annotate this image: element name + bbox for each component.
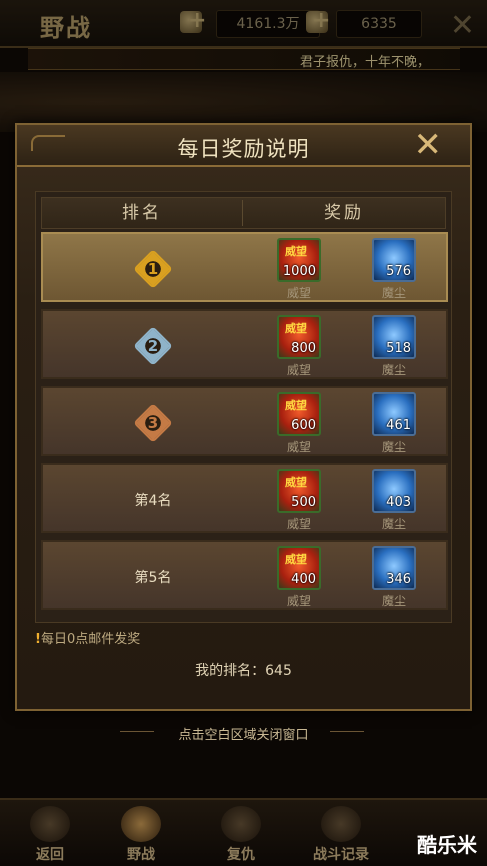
reward-note: !每日0点邮件发奖 — [35, 628, 140, 647]
item-name: 威望 — [286, 286, 311, 300]
prestige-item-icon[interactable]: 威望 800 — [277, 315, 321, 359]
item-tag: 威望 — [285, 476, 307, 489]
nav-revenge[interactable]: 复仇 — [196, 800, 286, 866]
close-hint: 点击空白区域关闭窗口 — [178, 728, 309, 743]
prestige-item-icon[interactable]: 威望 600 — [277, 392, 321, 436]
item-name: 威望 — [286, 517, 311, 531]
prestige-item-icon[interactable]: 威望 500 — [277, 469, 321, 513]
dialog-title: 每日奖励说明 — [177, 137, 310, 161]
item-tag: 威望 — [285, 399, 307, 412]
watermark: 酷乐米 — [417, 833, 477, 857]
table-row: 第5名 威望 400 威望 346 魔尘 — [41, 540, 448, 610]
nav-field-battle[interactable]: 野战 — [96, 800, 186, 866]
note-text: 每日0点邮件发奖 — [40, 632, 141, 647]
item-tag: 威望 — [285, 245, 307, 258]
rank-number: 3 — [147, 414, 159, 432]
magic-dust-item-icon[interactable]: 346 — [372, 546, 416, 590]
table-header: 排名 奖励 — [41, 197, 446, 229]
item-quantity: 576 — [386, 264, 411, 279]
divider — [330, 731, 364, 732]
item-name: 魔尘 — [381, 594, 406, 608]
item-name: 威望 — [286, 363, 311, 377]
bottom-nav: 返回 野战 复仇 战斗记录 酷乐米 — [0, 798, 487, 866]
item-quantity: 1000 — [282, 264, 316, 279]
prestige-item-icon[interactable]: 威望 1000 — [277, 238, 321, 282]
item-quantity: 800 — [291, 341, 316, 356]
table-row: 第4名 威望 500 威望 403 魔尘 — [41, 463, 448, 533]
book-icon — [321, 806, 361, 842]
item-tag: 威望 — [285, 553, 307, 566]
rank-number: 1 — [147, 260, 159, 278]
item-quantity: 400 — [291, 572, 316, 587]
item-tag: 威望 — [285, 322, 307, 335]
crossed-swords-icon — [121, 806, 161, 842]
rank-number: 2 — [147, 337, 159, 355]
magic-dust-item-icon[interactable]: 403 — [372, 469, 416, 513]
table-row: 2 威望 800 威望 518 魔尘 — [41, 309, 448, 379]
magic-dust-item-icon[interactable]: 518 — [372, 315, 416, 359]
column-rank: 排名 — [122, 203, 162, 223]
magic-dust-item-icon[interactable]: 461 — [372, 392, 416, 436]
magic-dust-item-icon[interactable]: 576 — [372, 238, 416, 282]
item-quantity: 403 — [386, 495, 411, 510]
item-name: 魔尘 — [381, 440, 406, 454]
rank-label: 第5名 — [134, 570, 172, 586]
back-arrow-icon — [30, 806, 70, 842]
reward-table: 排名 奖励 1 威望 1000 威望 576 魔尘 2 威望 800 威望 518 魔尘 3 威望 600 威… — [35, 191, 452, 623]
rank-label: 第4名 — [134, 493, 172, 509]
nav-label: 野战 — [127, 847, 155, 863]
column-reward: 奖励 — [324, 203, 364, 223]
table-row: 3 威望 600 威望 461 魔尘 — [41, 386, 448, 456]
nav-label: 战斗记录 — [313, 847, 369, 863]
nav-label: 复仇 — [227, 847, 255, 863]
item-quantity: 461 — [386, 418, 411, 433]
item-name: 威望 — [286, 594, 311, 608]
daily-reward-dialog: 每日奖励说明 ✕ 排名 奖励 1 威望 1000 威望 576 魔尘 2 威望 800 威望 518… — [15, 123, 472, 711]
revenge-icon — [221, 806, 261, 842]
close-icon[interactable]: ✕ — [414, 127, 443, 163]
prestige-item-icon[interactable]: 威望 400 — [277, 546, 321, 590]
item-quantity: 518 — [386, 341, 411, 356]
item-quantity: 500 — [291, 495, 316, 510]
item-quantity: 346 — [386, 572, 411, 587]
item-name: 威望 — [286, 440, 311, 454]
item-name: 魔尘 — [381, 517, 406, 531]
my-rank: 我的排名：645 — [195, 663, 292, 679]
nav-label: 返回 — [36, 847, 64, 863]
nav-back[interactable]: 返回 — [5, 800, 95, 866]
nav-battle-log[interactable]: 战斗记录 — [296, 800, 386, 866]
item-name: 魔尘 — [381, 363, 406, 377]
dialog-header: 每日奖励说明 ✕ — [17, 125, 470, 167]
item-name: 魔尘 — [381, 286, 406, 300]
table-row: 1 威望 1000 威望 576 魔尘 — [41, 232, 448, 302]
item-quantity: 600 — [291, 418, 316, 433]
